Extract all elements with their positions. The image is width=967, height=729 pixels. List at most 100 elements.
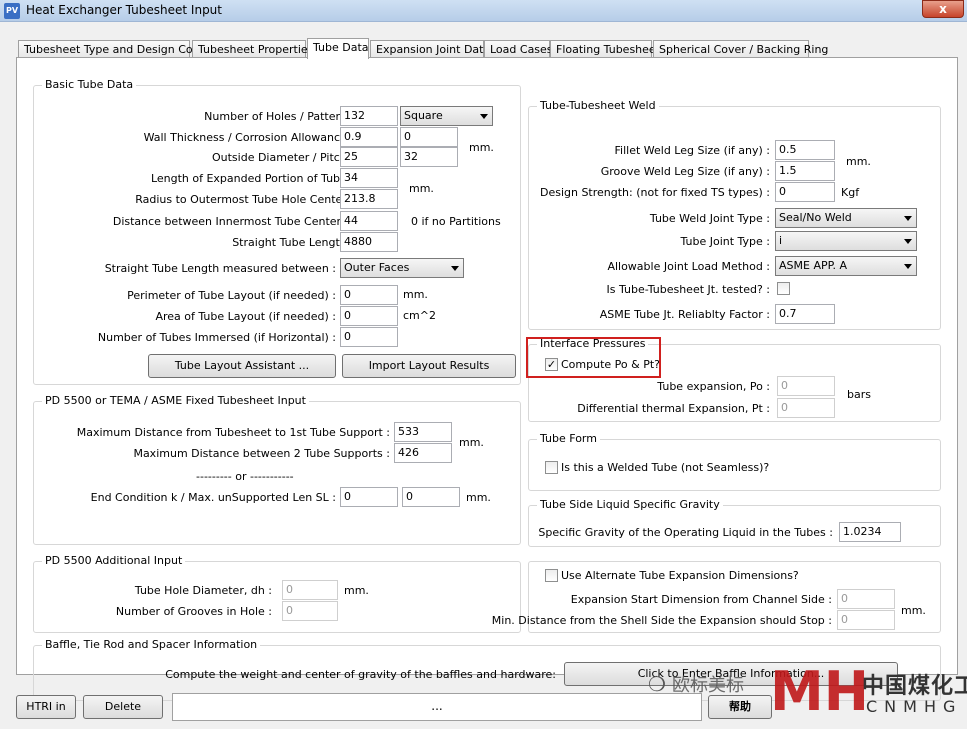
unit-cm2: cm^2 [403, 309, 436, 322]
end-condition-label: End Condition k / Max. unSupported Len S… [90, 491, 336, 504]
load-method-value: ASME APP. A [779, 259, 848, 272]
perimeter-input[interactable]: 0 [340, 285, 398, 305]
tab-tubesheet-properties[interactable]: Tubesheet Properties [192, 40, 313, 58]
chevron-down-icon [904, 264, 912, 269]
import-layout-results-button[interactable]: Import Layout Results [342, 354, 516, 378]
max-distance-supports-label: Maximum Distance between 2 Tube Supports… [133, 447, 390, 460]
alternate-expansion-checkbox[interactable] [545, 569, 558, 582]
tube-hole-diameter-input[interactable]: 0 [282, 580, 338, 600]
straight-length-input[interactable]: 4880 [340, 232, 398, 252]
area-input[interactable]: 0 [340, 306, 398, 326]
dialog-body: Tubesheet Type and Design Code Tubesheet… [0, 22, 967, 729]
holes-input[interactable]: 132 [340, 106, 398, 126]
or-separator: --------- or ----------- [196, 470, 294, 483]
unit-mm: mm. [409, 182, 434, 195]
unit-mm: mm. [403, 288, 428, 301]
groove-weld-label: Groove Weld Leg Size (if any) : [600, 165, 770, 178]
tube-expansion-po-input[interactable]: 0 [777, 376, 835, 396]
jt-tested-checkbox[interactable] [777, 282, 790, 295]
group-title: Baffle, Tie Rod and Spacer Information [42, 638, 261, 651]
wall-thickness-input[interactable]: 0.9 [340, 127, 398, 147]
unit-mm: mm. [459, 436, 484, 449]
chevron-down-icon [451, 266, 459, 271]
tab-spherical-cover[interactable]: Spherical Cover / Backing Ring [653, 40, 828, 58]
specific-gravity-input[interactable]: 1.0234 [839, 522, 901, 542]
weld-joint-type-value: Seal/No Weld [779, 211, 852, 224]
pitch-input[interactable]: 32 [400, 147, 458, 167]
tab-floating-tubesheet[interactable]: Floating Tubesheet [550, 40, 660, 58]
radius-input[interactable]: 213.8 [340, 189, 398, 209]
perimeter-label: Perimeter of Tube Layout (if needed) : [127, 289, 336, 302]
expansion-start-label: Expansion Start Dimension from Channel S… [570, 593, 832, 606]
tube-hole-diameter-label: Tube Hole Diameter, dh : [134, 584, 272, 597]
load-method-label: Allowable Joint Load Method : [607, 260, 770, 273]
chevron-down-icon [904, 216, 912, 221]
tube-tubesheet-weld-group: Tube-Tubesheet Weld Fillet Weld Leg Size… [528, 99, 941, 330]
wall-thickness-label: Wall Thickness / Corrosion Allowance : [143, 131, 354, 144]
group-title: Tube Side Liquid Specific Gravity [537, 498, 723, 511]
watermark-mh-logo: MH [770, 660, 869, 723]
outside-diameter-label: Outside Diameter / Pitch : [211, 151, 354, 164]
unsupported-length-input[interactable]: 0 [402, 487, 460, 507]
welded-tube-checkbox[interactable] [545, 461, 558, 474]
end-condition-input[interactable]: 0 [340, 487, 398, 507]
app-icon: PV [4, 3, 20, 19]
jt-tested-label: Is Tube-Tubesheet Jt. tested? : [606, 283, 771, 296]
measured-between-label: Straight Tube Length measured between : [104, 262, 336, 275]
partitions-note: 0 if no Partitions [411, 215, 501, 228]
design-strength-input[interactable]: 0 [775, 182, 835, 202]
basic-tube-data-group: Basic Tube Data Number of Holes / Patter… [33, 78, 521, 385]
tab-expansion-joint-data[interactable]: Expansion Joint Data [370, 40, 490, 58]
thermal-expansion-pt-input[interactable]: 0 [777, 398, 835, 418]
outside-diameter-input[interactable]: 25 [340, 147, 398, 167]
tab-tube-data[interactable]: Tube Data [307, 38, 369, 59]
reliability-factor-label: ASME Tube Jt. Reliablty Factor : [599, 308, 770, 321]
max-distance-first-support-input[interactable]: 533 [394, 422, 452, 442]
immersed-input[interactable]: 0 [340, 327, 398, 347]
close-button[interactable]: x [922, 0, 964, 18]
expansion-start-input[interactable]: 0 [837, 589, 895, 609]
tab-tubesheet-type[interactable]: Tubesheet Type and Design Code [18, 40, 206, 58]
delete-button[interactable]: Delete [83, 695, 163, 719]
tube-expansion-po-label: Tube expansion, Po : [657, 380, 770, 393]
welded-tube-label: Is this a Welded Tube (not Seamless)? [561, 461, 770, 474]
immersed-label: Number of Tubes Immersed (if Horizontal)… [97, 331, 336, 344]
unit-mm: mm. [901, 604, 926, 617]
fillet-weld-input[interactable]: 0.5 [775, 140, 835, 160]
unit-kgf: Kgf [841, 186, 860, 199]
chevron-down-icon [480, 114, 488, 119]
pd5500-additional-group: PD 5500 Additional Input Tube Hole Diame… [33, 554, 521, 633]
tube-layout-assistant-button[interactable]: Tube Layout Assistant ... [148, 354, 336, 378]
pattern-select[interactable]: Square [400, 106, 493, 126]
weld-joint-type-select[interactable]: Seal/No Weld [775, 208, 917, 228]
innermost-distance-input[interactable]: 44 [340, 211, 398, 231]
design-strength-label: Design Strength: (not for fixed TS types… [539, 186, 770, 199]
tube-joint-type-select[interactable]: i [775, 231, 917, 251]
weld-joint-type-label: Tube Weld Joint Type : [649, 212, 770, 225]
group-title: Basic Tube Data [42, 78, 137, 91]
groove-weld-input[interactable]: 1.5 [775, 161, 835, 181]
pattern-value: Square [404, 109, 443, 122]
max-distance-first-support-label: Maximum Distance from Tubesheet to 1st T… [76, 426, 390, 439]
measured-between-value: Outer Faces [344, 261, 410, 274]
tube-joint-type-label: Tube Joint Type : [680, 235, 770, 248]
baffle-label: Compute the weight and center of gravity… [165, 668, 556, 681]
help-button[interactable]: 帮助 [708, 695, 772, 719]
title-bar: PV Heat Exchanger Tubesheet Input x [0, 0, 967, 22]
radius-label: Radius to Outermost Tube Hole Center : [135, 193, 354, 206]
expanded-length-label: Length of Expanded Portion of Tube : [150, 172, 354, 185]
load-method-select[interactable]: ASME APP. A [775, 256, 917, 276]
alternate-expansion-group: Use Alternate Tube Expansion Dimensions?… [492, 561, 941, 633]
highlight-box [526, 337, 661, 378]
wechat-icon: ❍ [648, 672, 666, 696]
max-distance-supports-input[interactable]: 426 [394, 443, 452, 463]
expansion-stop-input[interactable]: 0 [837, 610, 895, 630]
corrosion-allowance-input[interactable]: 0 [400, 127, 458, 147]
expanded-length-input[interactable]: 34 [340, 168, 398, 188]
htri-in-button[interactable]: HTRI in [16, 695, 76, 719]
grooves-input[interactable]: 0 [282, 601, 338, 621]
measured-between-select[interactable]: Outer Faces [340, 258, 464, 278]
group-title: Tube-Tubesheet Weld [537, 99, 659, 112]
reliability-factor-input[interactable]: 0.7 [775, 304, 835, 324]
tab-load-cases[interactable]: Load Cases [484, 40, 553, 58]
